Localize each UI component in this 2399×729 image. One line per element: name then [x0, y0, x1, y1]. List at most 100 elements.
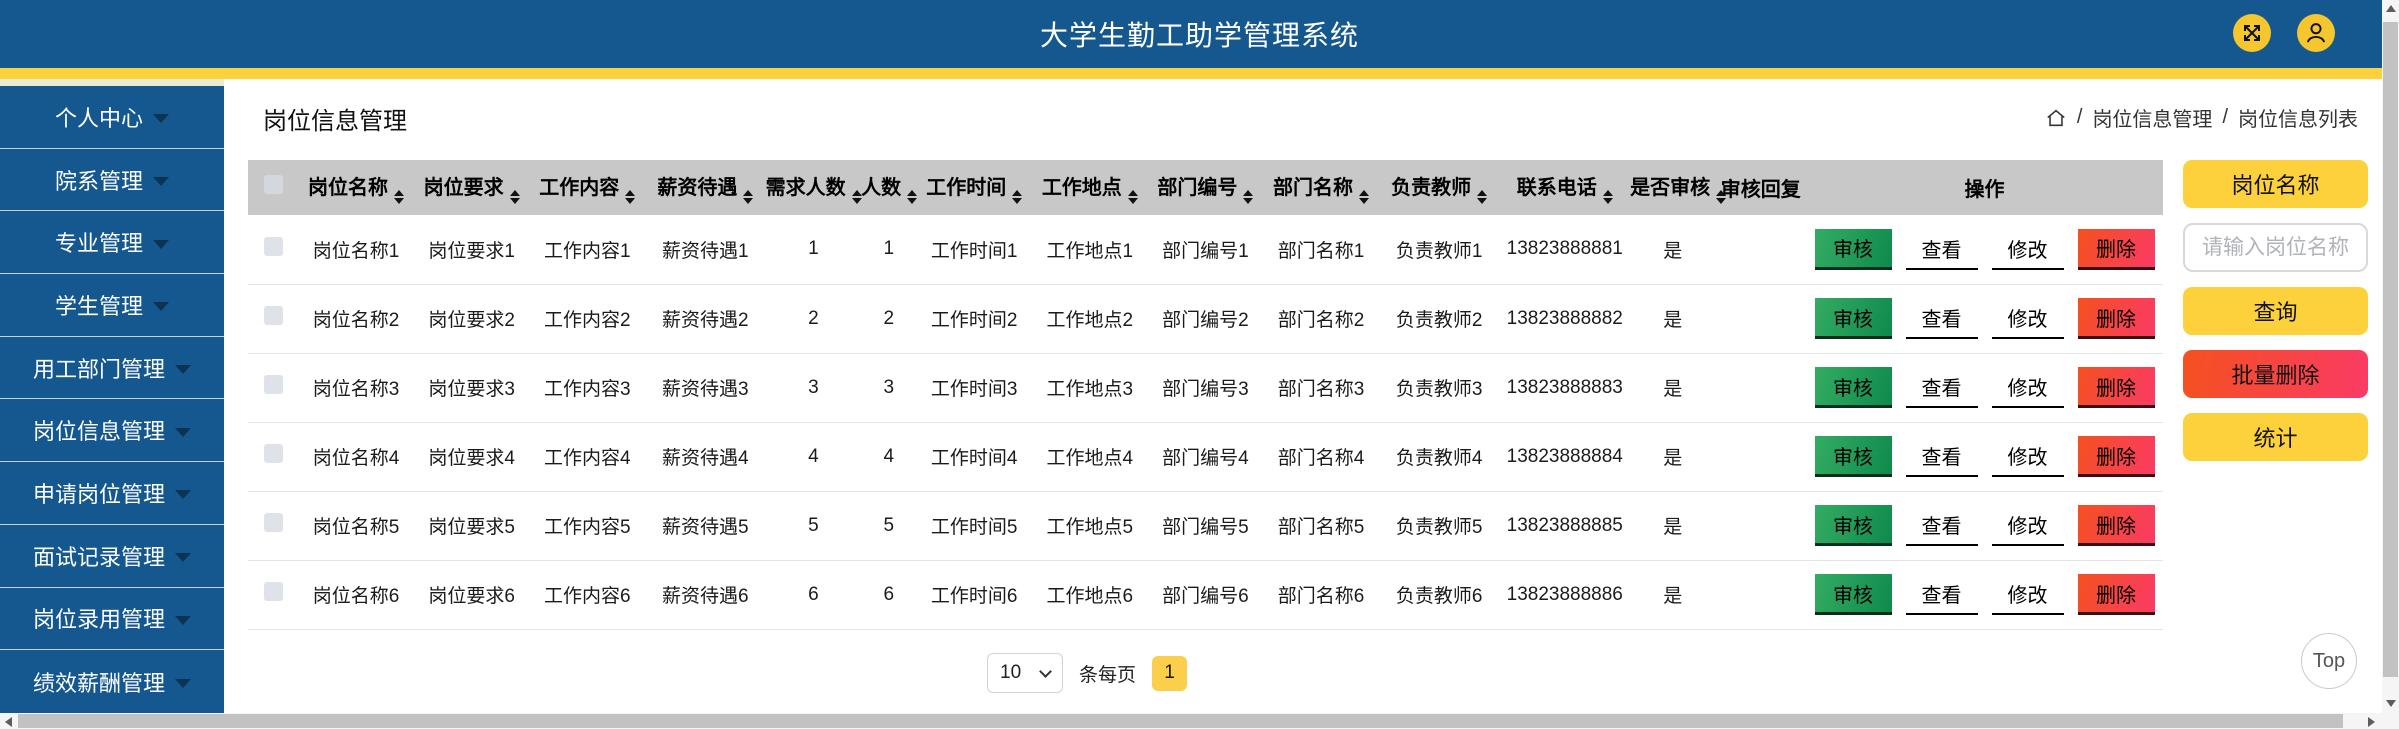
sort-icon[interactable] — [394, 190, 405, 204]
scroll-right-arrow-icon[interactable] — [2368, 717, 2375, 727]
sidebar-item-label: 院系管理 — [54, 168, 143, 194]
sidebar-item-interview-record-mgmt[interactable]: 面试记录管理 — [0, 524, 224, 588]
sidebar-item-major-mgmt[interactable]: 专业管理 — [0, 211, 224, 275]
column-header-requirement[interactable]: 岗位要求 — [413, 160, 530, 215]
cell-audited: 是 — [1630, 353, 1716, 423]
row-checkbox[interactable] — [263, 236, 283, 256]
column-header-audited[interactable]: 是否审核 — [1630, 160, 1727, 215]
page-size-select[interactable]: 10 — [987, 653, 1063, 693]
delete-button[interactable]: 删除 — [2077, 367, 2155, 408]
sidebar-item-label: 用工部门管理 — [32, 356, 165, 382]
column-header-content[interactable]: 工作内容 — [529, 160, 646, 215]
edit-button[interactable]: 修改 — [1991, 298, 2064, 339]
audit-button[interactable]: 审核 — [1814, 574, 1892, 615]
edit-button[interactable]: 修改 — [1991, 574, 2064, 615]
per-page-label: 条每页 — [1079, 664, 1137, 686]
audit-button[interactable]: 审核 — [1814, 367, 1892, 408]
cell-reply — [1715, 215, 1806, 285]
vertical-scrollbar-thumb[interactable] — [2383, 22, 2398, 677]
column-header-dept_name[interactable]: 部门名称 — [1263, 160, 1379, 215]
select-all-checkbox[interactable] — [263, 175, 283, 194]
delete-button[interactable]: 删除 — [2077, 298, 2155, 339]
pagination: 10 条每页 1 — [987, 653, 1188, 693]
batch-delete-button[interactable]: 批量删除 — [2183, 350, 2368, 398]
delete-button[interactable]: 删除 — [2077, 436, 2155, 477]
row-checkbox[interactable] — [263, 375, 283, 394]
query-button[interactable]: 查询 — [2183, 287, 2368, 335]
sort-icon[interactable] — [1012, 190, 1023, 204]
edit-button[interactable]: 修改 — [1991, 229, 2064, 270]
column-header-location[interactable]: 工作地点 — [1032, 160, 1148, 215]
scroll-up-arrow-icon[interactable] — [2386, 5, 2396, 12]
breadcrumb-item-job-info-list[interactable]: 岗位信息列表 — [2238, 103, 2358, 132]
sort-icon[interactable] — [1359, 190, 1369, 204]
sidebar-item-job-application-mgmt[interactable]: 申请岗位管理 — [0, 462, 224, 525]
view-button[interactable]: 查看 — [1905, 436, 1978, 477]
delete-button[interactable]: 删除 — [2077, 228, 2155, 270]
column-header-time[interactable]: 工作时间 — [916, 160, 1033, 215]
row-checkbox[interactable] — [263, 306, 283, 325]
delete-button[interactable]: 删除 — [2077, 505, 2155, 546]
user-button[interactable] — [2297, 14, 2335, 52]
cell-teacher: 负责教师1 — [1378, 215, 1500, 285]
page-1-button[interactable]: 1 — [1152, 655, 1188, 691]
horizontal-scrollbar-thumb[interactable] — [18, 714, 2343, 728]
back-to-top-button[interactable]: Top — [2301, 633, 2357, 689]
sort-icon[interactable] — [1127, 190, 1138, 204]
edit-button[interactable]: 修改 — [1991, 367, 2064, 408]
sidebar-item-faculty-mgmt[interactable]: 院系管理 — [0, 148, 224, 212]
stats-button[interactable]: 统计 — [2183, 413, 2368, 461]
fullscreen-button[interactable] — [2233, 14, 2271, 52]
audit-button[interactable]: 审核 — [1814, 505, 1892, 546]
column-header-select — [248, 160, 299, 215]
sort-icon[interactable] — [509, 190, 520, 204]
column-header-salary[interactable]: 薪资待遇 — [645, 160, 766, 215]
cell-dept_name: 部门名称2 — [1263, 284, 1379, 354]
column-header-demand[interactable]: 需求人数 — [765, 160, 862, 215]
sort-icon[interactable] — [907, 190, 918, 204]
view-button[interactable]: 查看 — [1905, 367, 1978, 408]
view-button[interactable]: 查看 — [1905, 229, 1978, 270]
sidebar-item-student-mgmt[interactable]: 学生管理 — [0, 274, 224, 337]
column-header-dept_no[interactable]: 部门编号 — [1147, 160, 1264, 215]
audit-button[interactable]: 审核 — [1814, 298, 1892, 339]
column-header-name[interactable]: 岗位名称 — [298, 160, 414, 215]
column-label: 部门编号 — [1157, 177, 1238, 199]
sort-icon[interactable] — [625, 190, 636, 204]
audit-button[interactable]: 审核 — [1814, 228, 1892, 270]
scroll-down-arrow-icon[interactable] — [2386, 700, 2396, 707]
sort-icon[interactable] — [743, 190, 754, 204]
sidebar-item-performance-pay-mgmt[interactable]: 绩效薪酬管理 — [0, 650, 224, 713]
view-button[interactable]: 查看 — [1905, 505, 1978, 546]
row-checkbox[interactable] — [263, 444, 283, 463]
job-name-label-button[interactable]: 岗位名称 — [2183, 160, 2368, 208]
view-button[interactable]: 查看 — [1905, 298, 1978, 339]
table-row-6: 岗位名称6 岗位要求6 工作内容6 薪资待遇6 6 6 工作时间6 工作地点6 部门编号6 部门名… — [248, 560, 2163, 630]
column-header-teacher[interactable]: 负责教师 — [1378, 160, 1500, 215]
scroll-left-arrow-icon[interactable] — [5, 717, 12, 727]
row-checkbox[interactable] — [263, 513, 283, 532]
sidebar-item-job-hiring-mgmt[interactable]: 岗位录用管理 — [0, 587, 224, 651]
job-name-input[interactable] — [2183, 223, 2368, 272]
home-icon[interactable] — [2045, 107, 2067, 129]
sort-icon[interactable] — [1243, 190, 1254, 204]
column-header-phone[interactable]: 联系电话 — [1499, 160, 1631, 215]
sidebar-item-personal-center[interactable]: 个人中心 — [0, 86, 224, 149]
edit-button[interactable]: 修改 — [1991, 436, 2064, 477]
view-button[interactable]: 查看 — [1905, 574, 1978, 615]
cell-headcount: 1 — [861, 215, 917, 285]
column-header-headcount[interactable]: 人数 — [861, 160, 918, 215]
sidebar-item-job-info-mgmt[interactable]: 岗位信息管理 — [0, 399, 224, 463]
sidebar-item-employer-dept-mgmt[interactable]: 用工部门管理 — [0, 336, 224, 400]
horizontal-scrollbar[interactable] — [0, 713, 2382, 729]
sort-icon[interactable] — [1602, 190, 1613, 204]
cell-content: 工作内容6 — [529, 560, 646, 630]
edit-button[interactable]: 修改 — [1991, 505, 2064, 546]
sort-icon[interactable] — [1477, 190, 1488, 204]
vertical-scrollbar[interactable] — [2382, 0, 2399, 713]
cell-content: 工作内容2 — [529, 284, 646, 354]
breadcrumb-item-job-info-mgmt[interactable]: 岗位信息管理 — [2092, 103, 2212, 132]
delete-button[interactable]: 删除 — [2077, 574, 2155, 615]
audit-button[interactable]: 审核 — [1814, 436, 1892, 477]
row-checkbox[interactable] — [263, 582, 283, 601]
